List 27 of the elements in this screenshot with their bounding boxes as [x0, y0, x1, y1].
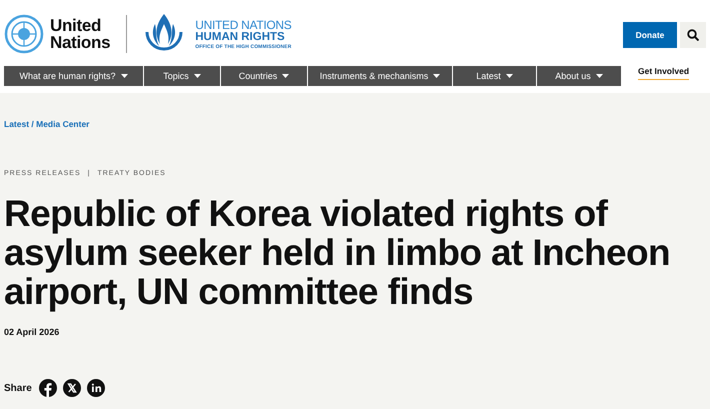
caret-icon: [120, 74, 128, 78]
share-label: Share: [4, 382, 32, 394]
search-button[interactable]: [680, 22, 706, 48]
caret-icon: [596, 74, 603, 78]
x-logo-icon[interactable]: [62, 379, 81, 397]
article-date: 02 April 2026: [4, 327, 60, 337]
caret-icon: [433, 74, 440, 78]
nav-menu-item[interactable]: Countries: [221, 66, 307, 86]
logo-text: HUMAN RIGHTS: [195, 30, 286, 44]
nav-link[interactable]: Get Involved: [638, 66, 690, 80]
search-icon: [687, 29, 699, 41]
logo-text: United Nations: [50, 17, 110, 51]
donate-button[interactable]: Donate: [623, 22, 677, 48]
caret-icon: [282, 74, 290, 78]
article-title: Republic of Korea violated rights of asylum seeker held in limbo at Incheon airport, UN committee finds: [4, 194, 672, 311]
nav-menu-item[interactable]: Latest: [453, 66, 536, 86]
caret-icon: [194, 74, 201, 78]
nav-menu-item[interactable]: About us: [537, 66, 621, 86]
linkedin-icon[interactable]: [86, 379, 105, 397]
nav-menu-item[interactable]: Instruments & mechanisms: [308, 66, 452, 86]
emblem-icon: [4, 14, 44, 54]
nav-menu-item[interactable]: What are human rights?: [4, 66, 143, 86]
breadcrumb-link[interactable]: Latest / Media Center: [4, 119, 90, 129]
logo-text: UNITED NATIONS: [195, 18, 292, 30]
facebook-icon[interactable]: [38, 379, 57, 397]
caret-icon: [506, 74, 513, 78]
nav-menu-item[interactable]: Topics: [144, 66, 220, 86]
